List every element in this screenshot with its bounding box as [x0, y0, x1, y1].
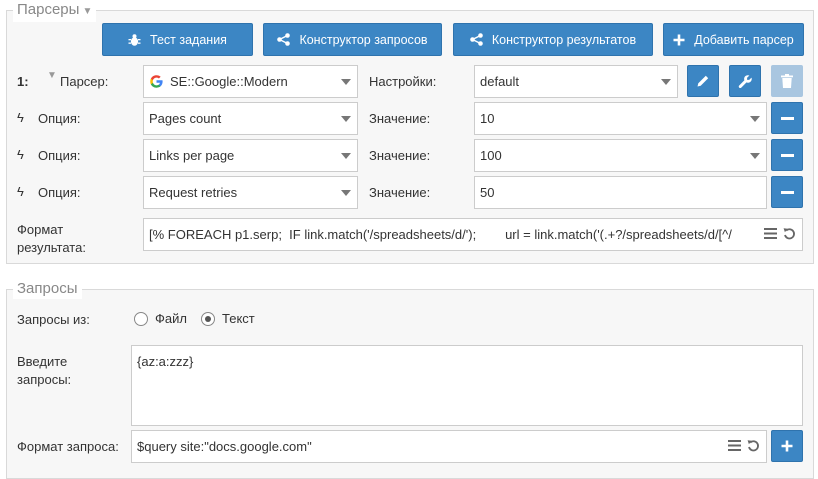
parser-select[interactable]: SE::Google::Modern	[143, 65, 358, 98]
option-value-label: Значение:	[369, 111, 431, 126]
option-name-select[interactable]: Request retries	[143, 176, 358, 209]
query-format-tools	[728, 439, 760, 452]
parser-index: 1:	[17, 74, 29, 89]
result-builder-button[interactable]: Конструктор результатов	[453, 23, 653, 56]
chevron-down-icon	[661, 79, 671, 85]
query-builder-button[interactable]: Конструктор запросов	[263, 23, 442, 56]
pencil-icon	[696, 74, 710, 88]
list-icon[interactable]	[728, 440, 741, 451]
chevron-down-icon	[341, 79, 351, 85]
radio-text-circle[interactable]	[201, 311, 215, 326]
settings-wrench-button[interactable]	[729, 65, 761, 97]
queries-textarea[interactable]: {az:a:zzz}	[131, 345, 803, 426]
settings-select[interactable]: default	[474, 65, 678, 98]
query-format-input[interactable]: $query site:"docs.google.com"	[131, 430, 767, 463]
test-task-button[interactable]: Тест задания	[102, 23, 253, 56]
undo-icon[interactable]	[747, 439, 760, 452]
option-name-select[interactable]: Pages count	[143, 102, 358, 135]
edit-settings-button[interactable]	[687, 65, 719, 97]
plus-icon	[673, 34, 685, 46]
wrench-icon	[738, 74, 753, 89]
option-name-select[interactable]: Links per page	[143, 139, 358, 172]
option-value-label: Значение:	[369, 148, 431, 163]
option-label: Опция:	[38, 148, 81, 163]
remove-option-button[interactable]	[771, 102, 803, 134]
chevron-down-icon	[341, 153, 351, 159]
parser-label: Парсер:	[60, 74, 109, 89]
chevron-down-icon	[341, 116, 351, 122]
chevron-down-icon	[750, 116, 760, 122]
radio-file[interactable]: Файл	[134, 311, 187, 326]
query-source-label: Запросы из:	[17, 312, 90, 327]
undo-icon[interactable]	[783, 227, 796, 240]
minus-icon	[780, 190, 794, 194]
collapse-caret-icon[interactable]: ▼	[47, 70, 57, 81]
chevron-down-icon	[341, 190, 351, 196]
add-parser-button[interactable]: Добавить парсер	[663, 23, 804, 56]
chevron-down-icon	[750, 153, 760, 159]
radio-file-circle[interactable]	[134, 311, 148, 326]
settings-label: Настройки:	[369, 74, 437, 89]
result-format-label: Формат результата:	[17, 222, 86, 255]
bug-icon	[128, 33, 141, 47]
option-value-select[interactable]: 100	[474, 139, 767, 172]
result-format-input[interactable]: [% FOREACH p1.serp; IF link.match('/spre…	[143, 218, 803, 251]
radio-text[interactable]: Текст	[201, 311, 255, 326]
remove-option-button[interactable]	[771, 176, 803, 208]
share-icon	[277, 33, 291, 46]
option-value-input[interactable]: 50	[474, 176, 767, 209]
remove-option-button[interactable]	[771, 139, 803, 171]
google-icon	[150, 75, 163, 88]
enter-queries-label: Введите запросы:	[17, 354, 72, 387]
queries-legend: Запросы	[13, 279, 82, 299]
parsers-legend[interactable]: Парсеры ▼	[13, 0, 97, 22]
bolt-icon: ϟ	[17, 184, 24, 199]
list-icon[interactable]	[764, 228, 777, 239]
plus-icon	[781, 440, 793, 452]
option-value-select[interactable]: 10	[474, 102, 767, 135]
option-value-label: Значение:	[369, 185, 431, 200]
bolt-icon: ϟ	[17, 147, 24, 162]
add-query-format-button[interactable]	[771, 430, 803, 462]
delete-parser-button[interactable]	[771, 65, 803, 97]
option-label: Опция:	[38, 185, 81, 200]
minus-icon	[780, 153, 794, 157]
minus-icon	[780, 116, 794, 120]
bolt-icon: ϟ	[17, 110, 24, 125]
share-icon	[470, 33, 483, 46]
trash-icon	[781, 74, 793, 88]
query-format-label: Формат запроса:	[17, 439, 119, 454]
caret-down-icon: ▼	[82, 6, 93, 17]
result-format-tools	[764, 227, 796, 240]
option-label: Опция:	[38, 111, 81, 126]
